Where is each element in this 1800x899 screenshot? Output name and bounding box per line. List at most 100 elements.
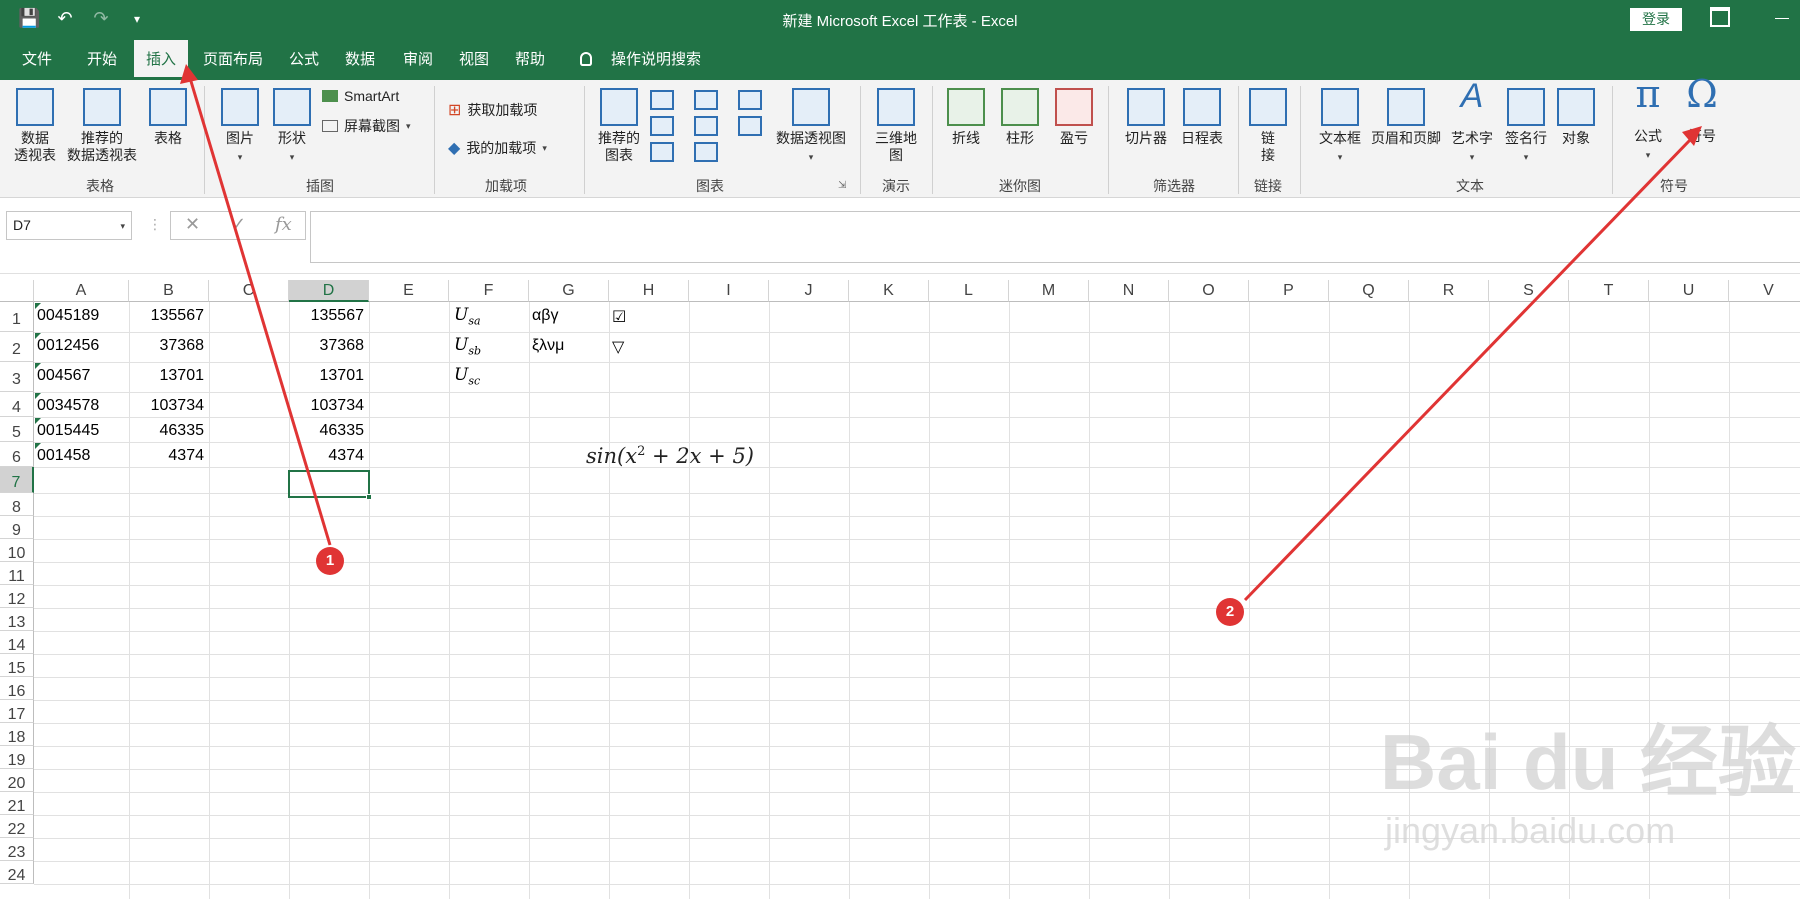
tab-data[interactable]: 数据 xyxy=(338,40,382,80)
equation-button[interactable]: π 公式 ▾ xyxy=(1624,75,1672,164)
cell-b3[interactable]: 13701 xyxy=(132,367,205,385)
enter-icon[interactable]: ✓ xyxy=(231,214,246,235)
name-box[interactable]: D7 ▾ xyxy=(6,211,132,240)
row-header-17[interactable]: 17 xyxy=(0,700,34,723)
row-header-18[interactable]: 18 xyxy=(0,723,34,746)
shapes-button[interactable]: 形状 ▾ xyxy=(270,88,314,166)
pictures-button[interactable]: 图片 ▾ xyxy=(218,88,262,166)
row-header-6[interactable]: 6 xyxy=(0,442,34,467)
cell-b4[interactable]: 103734 xyxy=(132,397,204,415)
tab-file[interactable]: 文件 xyxy=(18,40,56,80)
object-button[interactable]: 对象 xyxy=(1554,88,1598,147)
row-header-16[interactable]: 16 xyxy=(0,677,34,700)
tell-me-search[interactable]: 操作说明搜索 xyxy=(606,40,706,80)
tab-view[interactable]: 视图 xyxy=(452,40,496,80)
row-header-19[interactable]: 19 xyxy=(0,746,34,769)
symbol-button[interactable]: Ω 符号 xyxy=(1678,75,1726,145)
cell-b1[interactable]: 135567 xyxy=(132,307,204,325)
row-header-1[interactable]: 1 xyxy=(0,302,34,332)
cell-d1[interactable]: 135567 xyxy=(292,307,364,325)
smartart-button[interactable]: SmartArt xyxy=(322,88,399,104)
column-header-m[interactable]: M xyxy=(1009,280,1089,302)
cell-g2[interactable]: ξλνμ xyxy=(532,337,604,355)
column-header-r[interactable]: R xyxy=(1409,280,1489,302)
cell-a2[interactable]: 0012456 xyxy=(37,337,124,355)
recommended-pivot-button[interactable]: 推荐的 数据透视表 xyxy=(62,88,142,164)
column-header-p[interactable]: P xyxy=(1249,280,1329,302)
column-header-u[interactable]: U xyxy=(1649,280,1729,302)
cell-g1[interactable]: αβγ xyxy=(532,307,604,325)
ribbon-display-options-icon[interactable] xyxy=(1710,7,1730,27)
column-header-l[interactable]: L xyxy=(929,280,1009,302)
error-indicator-icon[interactable] xyxy=(35,333,41,339)
fx-icon[interactable]: fx xyxy=(275,214,292,235)
pie-chart-icon[interactable] xyxy=(650,142,674,162)
row-header-15[interactable]: 15 xyxy=(0,654,34,677)
line-chart-icon[interactable] xyxy=(650,116,674,136)
cell-a3[interactable]: 004567 xyxy=(37,367,124,385)
get-addins-button[interactable]: ⊞ 获取加载项 xyxy=(448,100,537,120)
row-header-12[interactable]: 12 xyxy=(0,585,34,608)
header-footer-button[interactable]: 页眉和页脚 xyxy=(1368,88,1444,147)
waterfall-chart-icon[interactable] xyxy=(738,90,762,110)
cell-d6[interactable]: 4374 xyxy=(292,447,364,465)
cell-a6[interactable]: 001458 xyxy=(37,447,124,465)
pivot-table-button[interactable]: 数据 透视表 xyxy=(8,88,62,164)
column-header-s[interactable]: S xyxy=(1489,280,1569,302)
row-header-2[interactable]: 2 xyxy=(0,332,34,362)
tab-help[interactable]: 帮助 xyxy=(508,40,552,80)
column-header-n[interactable]: N xyxy=(1089,280,1169,302)
3d-map-button[interactable]: 三维地 图 xyxy=(870,88,922,164)
cell-b2[interactable]: 37368 xyxy=(132,337,205,355)
row-header-23[interactable]: 23 xyxy=(0,838,34,861)
cell-a1[interactable]: 0045189 xyxy=(37,307,124,325)
column-header-q[interactable]: Q xyxy=(1329,280,1409,302)
tab-review[interactable]: 审阅 xyxy=(396,40,440,80)
pivot-chart-button[interactable]: 数据透视图 ▾ xyxy=(772,88,850,166)
column-chart-icon[interactable] xyxy=(650,90,674,110)
equation-object[interactable]: sin(x2 + 2x + 5) xyxy=(586,444,754,468)
textbox-button[interactable]: 文本框 ▾ xyxy=(1312,88,1368,166)
tab-page-layout[interactable]: 页面布局 xyxy=(198,40,268,80)
cell-a5[interactable]: 0015445 xyxy=(37,422,124,440)
column-header-j[interactable]: J xyxy=(769,280,849,302)
cell-f1[interactable]: Usa xyxy=(454,305,481,327)
error-indicator-icon[interactable] xyxy=(35,363,41,369)
column-header-t[interactable]: T xyxy=(1569,280,1649,302)
row-header-20[interactable]: 20 xyxy=(0,769,34,792)
row-header-3[interactable]: 3 xyxy=(0,362,34,392)
wordart-button[interactable]: A 艺术字 ▾ xyxy=(1446,79,1498,166)
column-header-v[interactable]: V xyxy=(1729,280,1800,302)
cancel-icon[interactable]: ✕ xyxy=(185,214,200,235)
cell-a4[interactable]: 0034578 xyxy=(37,397,124,415)
error-indicator-icon[interactable] xyxy=(35,443,41,449)
row-header-22[interactable]: 22 xyxy=(0,815,34,838)
signature-line-button[interactable]: 签名行 ▾ xyxy=(1500,88,1552,166)
column-header-h[interactable]: H xyxy=(609,280,689,302)
minimize-icon[interactable] xyxy=(1775,18,1789,19)
tab-formulas[interactable]: 公式 xyxy=(282,40,326,80)
dialog-launcher-icon[interactable]: ⇲ xyxy=(838,180,846,191)
fill-handle[interactable] xyxy=(366,494,372,500)
worksheet-grid[interactable]: ABCDEFGHIJKLMNOPQRSTUV 1 2 3 4 5 6 7 8 9 10 11 12 13… xyxy=(0,280,1800,899)
slicer-button[interactable]: 切片器 xyxy=(1118,88,1174,147)
row-header-9[interactable]: 9 xyxy=(0,516,34,539)
cell-d4[interactable]: 103734 xyxy=(292,397,364,415)
recommended-charts-button[interactable]: 推荐的 图表 xyxy=(594,88,644,164)
tab-home[interactable]: 开始 xyxy=(80,40,124,80)
cell-b5[interactable]: 46335 xyxy=(132,422,205,440)
hierarchy-chart-icon[interactable] xyxy=(694,90,718,110)
row-header-14[interactable]: 14 xyxy=(0,631,34,654)
cell-f2[interactable]: Usb xyxy=(454,335,481,357)
error-indicator-icon[interactable] xyxy=(35,393,41,399)
screenshot-button[interactable]: 屏幕截图 ▾ xyxy=(322,116,411,136)
table-button[interactable]: 表格 xyxy=(146,88,190,147)
active-cell[interactable] xyxy=(288,470,372,500)
cell-h2[interactable]: ▽ xyxy=(612,337,684,357)
link-button[interactable]: 链 接 xyxy=(1248,88,1288,164)
cell-d5[interactable]: 46335 xyxy=(292,422,365,440)
cell-h1[interactable]: ☑ xyxy=(612,307,684,327)
cell-f3[interactable]: Usc xyxy=(454,365,480,387)
tab-insert[interactable]: 插入 xyxy=(134,40,188,80)
row-header-13[interactable]: 13 xyxy=(0,608,34,631)
